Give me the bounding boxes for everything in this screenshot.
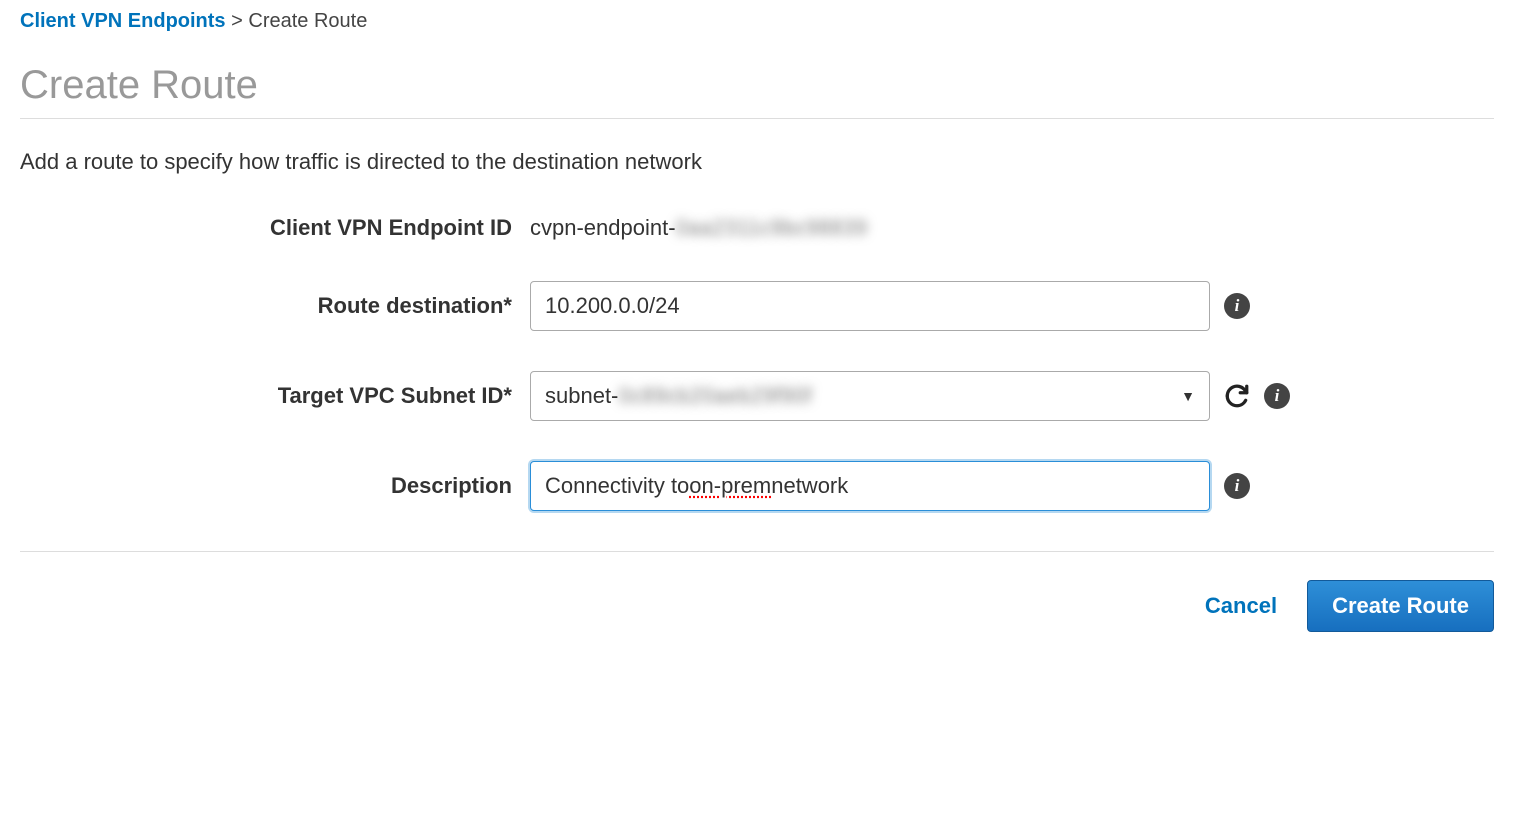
value-endpoint-id: cvpn-endpoint-0aa2311c9bc98839 <box>530 215 867 241</box>
label-endpoint-id: Client VPN Endpoint ID <box>20 215 530 241</box>
info-icon[interactable]: i <box>1224 293 1250 319</box>
refresh-icon[interactable] <box>1224 383 1250 409</box>
input-description[interactable]: Connectivity to on-prem network <box>530 461 1210 511</box>
page-title: Create Route <box>20 63 1494 119</box>
label-route-destination: Route destination* <box>20 293 530 319</box>
breadcrumb-separator: > <box>231 10 248 32</box>
select-target-subnet[interactable]: subnet-0c89cb20aeb29f90f ▼ <box>530 371 1210 421</box>
label-description: Description <box>20 473 530 499</box>
chevron-down-icon: ▼ <box>1181 388 1195 404</box>
footer: Cancel Create Route <box>20 551 1494 632</box>
breadcrumb-parent-link[interactable]: Client VPN Endpoints <box>20 10 226 32</box>
cancel-button[interactable]: Cancel <box>1205 593 1277 619</box>
row-endpoint-id: Client VPN Endpoint ID cvpn-endpoint-0aa… <box>20 215 1494 241</box>
breadcrumb-current: Create Route <box>248 10 367 32</box>
info-icon[interactable]: i <box>1224 473 1250 499</box>
input-route-destination[interactable] <box>530 281 1210 331</box>
intro-text: Add a route to specify how traffic is di… <box>20 149 1494 175</box>
row-description: Description Connectivity to on-prem netw… <box>20 461 1494 511</box>
row-route-destination: Route destination* i <box>20 281 1494 331</box>
create-route-button[interactable]: Create Route <box>1307 580 1494 632</box>
row-target-subnet: Target VPC Subnet ID* subnet-0c89cb20aeb… <box>20 371 1494 421</box>
breadcrumb: Client VPN Endpoints > Create Route <box>20 10 1494 33</box>
label-target-subnet: Target VPC Subnet ID* <box>20 383 530 409</box>
info-icon[interactable]: i <box>1264 383 1290 409</box>
